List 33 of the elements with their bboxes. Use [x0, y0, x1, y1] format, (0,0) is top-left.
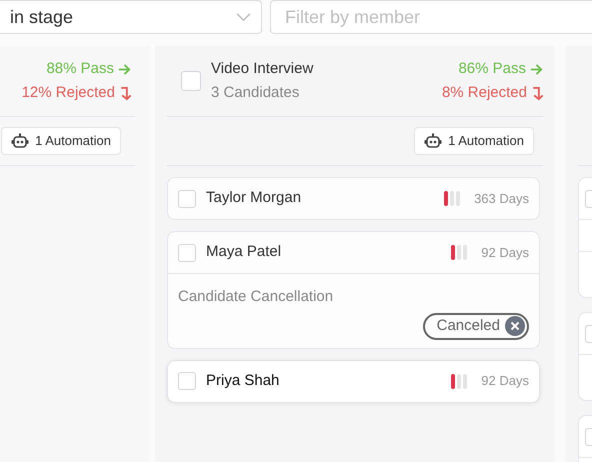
column-title: Video Interview [211, 59, 314, 79]
pass-rate: 88% Pass [46, 57, 131, 81]
robot-icon [11, 133, 30, 149]
arrow-right-icon [530, 62, 543, 76]
arrow-down-icon [119, 86, 131, 100]
candidate-name: Taylor Morgan [206, 188, 302, 208]
automation-button[interactable]: 1 Automation [1, 127, 121, 155]
cancellation-note: Candidate Cancellation [178, 287, 334, 307]
member-filter-field[interactable]: Filter by member [270, 0, 592, 34]
checkbox[interactable] [178, 244, 196, 262]
checkbox[interactable] [181, 71, 201, 91]
days-in-stage: 363 Days [474, 190, 529, 208]
stage-select[interactable]: in stage [0, 0, 262, 34]
candidate-name: Priya Shah [206, 370, 280, 391]
close-icon[interactable] [505, 316, 525, 336]
checkbox[interactable] [178, 190, 196, 208]
days-in-stage: 92 Days [481, 372, 529, 390]
automation-button[interactable]: 1 Automation [414, 127, 534, 155]
status-badge: Canceled [422, 312, 529, 340]
candidate-name: Maya Patel [206, 242, 282, 262]
arrow-down-icon [531, 86, 543, 100]
checkbox[interactable] [178, 372, 196, 390]
candidate-card[interactable]: Maya Patel 92 Days Candidate Cancellation Canceled [167, 231, 540, 348]
candidate-count: 3 Candidates [211, 83, 300, 103]
rejected-rate: 12% Rejected [22, 81, 131, 105]
candidate-card[interactable]: Priya Shah 92 Days [167, 360, 540, 402]
robot-icon [424, 133, 442, 149]
pass-rate: 86% Pass [458, 57, 543, 81]
arrow-right-icon [118, 62, 131, 76]
days-in-stage: 92 Days [481, 244, 529, 262]
candidate-card[interactable]: Taylor Morgan 363 Days [167, 177, 540, 220]
chevron-down-icon [236, 12, 251, 22]
rejected-rate: 8% Rejected [442, 81, 543, 105]
